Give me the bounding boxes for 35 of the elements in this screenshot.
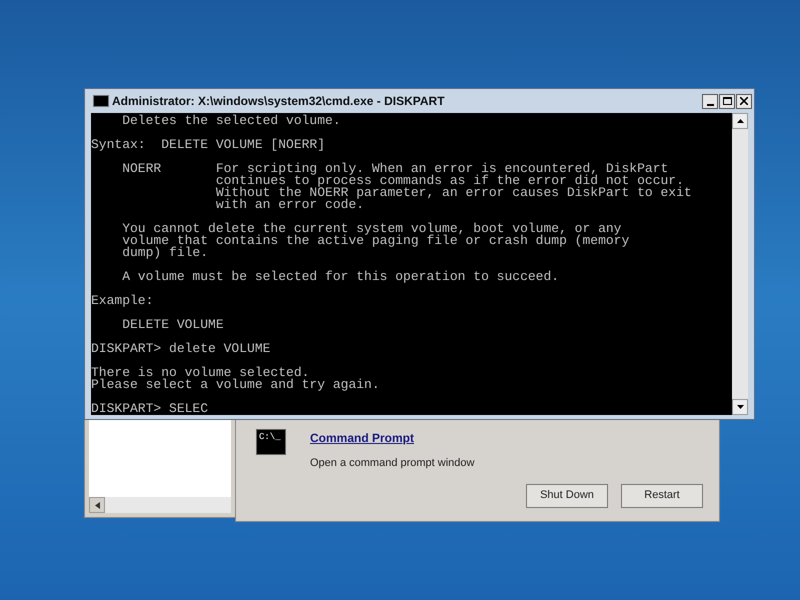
console-line: Syntax: DELETE VOLUME [NOERR] <box>91 139 326 151</box>
console-line: You cannot delete the current system volume, boot volume, or any <box>121 223 622 235</box>
console-line: Example: <box>91 295 154 307</box>
scroll-down-button[interactable] <box>732 399 748 415</box>
dialog-button[interactable]: Restart <box>621 484 703 508</box>
console-line: dump) file. <box>121 247 208 259</box>
close-icon <box>740 97 748 105</box>
left-arrow-icon <box>94 502 100 508</box>
tool-description: Open a command prompt window <box>310 456 474 471</box>
command-prompt-link[interactable]: Command Prompt <box>310 429 474 447</box>
console-line: Deletes the selected volume. <box>121 115 341 127</box>
console-line: volume that contains the active paging file or crash dump (memory <box>121 235 630 247</box>
console-line: DELETE VOLUME <box>121 319 224 331</box>
scroll-left-button[interactable] <box>89 497 105 513</box>
console-line: DISKPART> SELEC <box>91 403 208 415</box>
console-line: Without the NOERR parameter, an error causes DiskPart to exit <box>214 187 692 199</box>
maximize-icon <box>722 97 732 105</box>
console-line: There is no volume selected. <box>91 367 310 379</box>
close-button[interactable] <box>736 94 752 108</box>
minimize-button[interactable] <box>702 94 718 108</box>
console-line: A volume must be selected for this operation to succeed. <box>121 271 560 283</box>
down-arrow-icon <box>736 405 744 409</box>
up-arrow-icon <box>736 119 744 123</box>
command-prompt-icon: C:\_ <box>256 429 286 455</box>
maximize-button[interactable] <box>719 94 735 108</box>
console-line: NOERR For scripting only. When an error is encountered, DiskPart <box>121 163 668 175</box>
console-line: continues to process commands as if the error did not occur. <box>214 175 684 187</box>
console-icon <box>93 95 109 107</box>
minimize-icon <box>706 104 714 106</box>
dialog-button[interactable]: Shut Down <box>526 484 608 508</box>
console-line: DISKPART> delete VOLUME <box>91 343 270 355</box>
window-title: Administrator: X:\windows\system32\cmd.exe - DISKPART <box>112 93 446 110</box>
console-line: Please select a volume and try again. <box>91 379 380 391</box>
scroll-up-button[interactable] <box>732 113 748 129</box>
console-line: with an error code. <box>214 199 364 211</box>
